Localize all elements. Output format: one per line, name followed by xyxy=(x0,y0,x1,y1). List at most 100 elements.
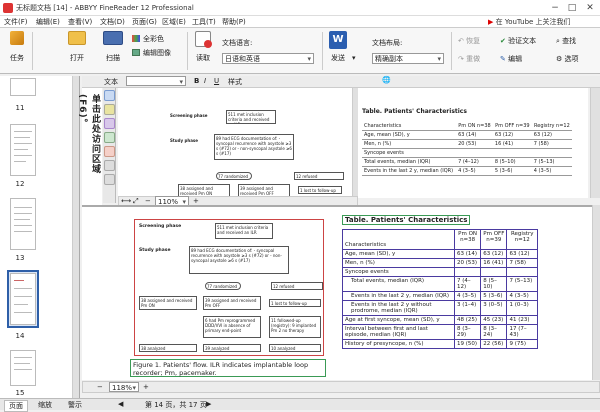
table-cell: 1 (0–3) xyxy=(506,300,538,316)
youtube-label: 在 YouTube 上关注我们 xyxy=(495,18,571,26)
table-cell: 45 (23) xyxy=(480,315,508,325)
page-number-11: 11 xyxy=(15,104,25,112)
editor-zoom-select[interactable]: 118% xyxy=(109,382,139,392)
flowchart-picture-area[interactable]: Screening phase 511 met inclusion criter… xyxy=(134,219,324,356)
page-thumbnail-11[interactable] xyxy=(10,78,36,96)
select-tool-icon[interactable] xyxy=(104,90,115,101)
menu-tools[interactable]: 工具(T) xyxy=(192,17,216,27)
edit-image-button[interactable]: 编辑图像 xyxy=(132,48,187,58)
options-button[interactable]: ⚙ 选项 xyxy=(556,54,596,64)
underline-button[interactable]: U xyxy=(214,77,219,85)
fit-width-icon[interactable]: ⟷ xyxy=(121,197,131,205)
open-button[interactable]: 打开 xyxy=(62,31,92,63)
page-thumbnail-13[interactable] xyxy=(10,198,36,250)
scanner-icon xyxy=(103,31,123,45)
youtube-follow-link[interactable]: ▶ 在 YouTube 上关注我们 xyxy=(488,17,571,27)
editor-zoom-in-icon[interactable]: + xyxy=(143,383,149,391)
editor-pm-off-box: 39 assigned and received Pm OFF xyxy=(203,296,261,310)
doc-language-select[interactable]: 日语和英语 xyxy=(222,53,314,64)
undo-button[interactable]: ↶ 恢复 xyxy=(458,36,498,46)
language-icon[interactable]: 🌐 xyxy=(382,76,391,84)
options-label: 选项 xyxy=(564,55,579,63)
warnings-tab[interactable]: 警示 xyxy=(68,400,82,410)
verify-text-button[interactable]: ✔ 验证文本 xyxy=(500,36,552,46)
page-thumbnail-15[interactable] xyxy=(10,350,36,386)
barcode-area-tool-icon[interactable] xyxy=(104,146,115,157)
editor-table-title[interactable]: Table. Patients' Characteristics xyxy=(342,215,471,225)
area-type-select[interactable] xyxy=(126,76,186,86)
page-thumbnail-14-selected[interactable] xyxy=(7,270,39,328)
full-color-button[interactable]: 全彩色 xyxy=(132,34,187,44)
figure-caption[interactable]: Figure 1. Patients' flow. ILR indicates … xyxy=(130,359,326,377)
table-cell: 3 (1–4) xyxy=(453,300,482,316)
table-cell: 63 (12) xyxy=(492,130,532,140)
send-dropdown-icon[interactable]: ▾ xyxy=(352,54,360,64)
table-cell: 48 (25) xyxy=(453,315,482,325)
editor-zoom-out-icon[interactable]: − xyxy=(97,383,103,391)
pages-tab[interactable]: 页面 xyxy=(4,400,28,412)
redo-button[interactable]: ↷ 重做 xyxy=(458,54,498,64)
next-page-icon[interactable]: ▶ xyxy=(206,400,211,408)
screening-label: Screening phase xyxy=(170,113,208,118)
scan-button[interactable]: 扫描 xyxy=(98,31,128,63)
table-cell: History of presyncope, n (%) xyxy=(342,339,455,349)
table-cell: 63 (12) xyxy=(531,130,572,140)
image-table-head-1: Characteristics xyxy=(362,122,457,131)
menu-file[interactable]: 文件(F) xyxy=(4,17,28,27)
task-label: 任务 xyxy=(10,54,24,62)
table-area-tool-icon[interactable] xyxy=(104,118,115,129)
edit-button[interactable]: ✎ 编辑 xyxy=(500,54,552,64)
page-thumbnail-12[interactable] xyxy=(10,124,36,176)
table-cell: Total events, median (IQR) xyxy=(342,276,455,292)
menu-help[interactable]: 帮助(P) xyxy=(222,17,246,27)
table-cell: 8 (3–24) xyxy=(480,324,508,340)
editor-head-4: Registry n=12 xyxy=(506,229,538,250)
find-label: 查找 xyxy=(562,37,577,45)
redo-label: 重做 xyxy=(466,55,481,63)
editor-head-2: Pm ON n=38 xyxy=(453,229,482,250)
crop-tool-icon[interactable] xyxy=(104,174,115,185)
minimize-button[interactable]: − xyxy=(548,2,562,14)
find-button[interactable]: ⌕ 查找 xyxy=(556,36,596,46)
bold-button[interactable]: B xyxy=(194,77,199,85)
table-pane-scrollbar[interactable] xyxy=(590,88,600,198)
undo-icon: ↶ xyxy=(458,37,464,45)
close-button[interactable]: ✕ xyxy=(583,2,597,14)
picture-area-tool-icon[interactable] xyxy=(104,132,115,143)
title-bar: 无标题文档 [14] - ABBYY FineReader 12 Profess… xyxy=(0,0,600,16)
menu-area[interactable]: 区域(E) xyxy=(162,17,186,27)
task-button[interactable]: 任务 xyxy=(4,31,30,63)
text-area-tool-icon[interactable] xyxy=(104,104,115,115)
table-cell: 17 (7–43) xyxy=(506,324,538,340)
image-table-title: Table. Patients' Characteristics xyxy=(362,108,467,115)
editor-scrollbar[interactable] xyxy=(592,205,600,380)
italic-button[interactable]: I xyxy=(204,77,206,85)
menu-edit[interactable]: 编辑(E) xyxy=(36,17,60,27)
eraser-tool-icon[interactable] xyxy=(104,160,115,171)
table-cell: 22 (56) xyxy=(480,339,508,349)
table-cell: Age, mean (SD), y xyxy=(342,249,455,259)
table-cell: 3 (0–5) xyxy=(480,300,508,316)
table-cell: 7 (4–12) xyxy=(456,157,493,167)
table-cell: 7 (5–13) xyxy=(506,276,538,292)
edit-label: 编辑 xyxy=(508,55,523,63)
send-button[interactable]: W 发送 xyxy=(326,31,350,63)
zoom-out-icon[interactable]: − xyxy=(145,197,151,205)
table-cell: Total events, median (IQR) xyxy=(362,157,457,167)
menu-view[interactable]: 查看(V) xyxy=(68,17,92,27)
prev-page-icon[interactable]: ◀ xyxy=(118,400,123,408)
editor-table[interactable]: Characteristics Pm ON n=38 Pm OFF n=39 Regi… xyxy=(342,229,538,349)
read-label: 读取 xyxy=(196,54,210,62)
read-button[interactable]: 读取 xyxy=(190,31,216,63)
table-cell: 16 (41) xyxy=(492,139,532,149)
zoom-tab[interactable]: 缩放 xyxy=(38,400,52,410)
menu-page[interactable]: 页面(G) xyxy=(132,17,157,27)
gear-icon: ⚙ xyxy=(556,55,563,63)
maximize-button[interactable]: □ xyxy=(565,2,579,14)
doc-layout-select[interactable]: 精确副本 xyxy=(372,53,444,64)
zoom-in-icon[interactable]: + xyxy=(193,197,199,205)
ribbon-toolbar: 任务 打开 扫描 全彩色 编辑图像 读取 文档语言: 日语和英语 W 发送 ▾ … xyxy=(0,28,600,74)
menu-document[interactable]: 文档(D) xyxy=(100,17,125,27)
doc-language-label: 文档语言: xyxy=(222,39,253,47)
table-cell: 4 (3–5) xyxy=(506,291,538,301)
